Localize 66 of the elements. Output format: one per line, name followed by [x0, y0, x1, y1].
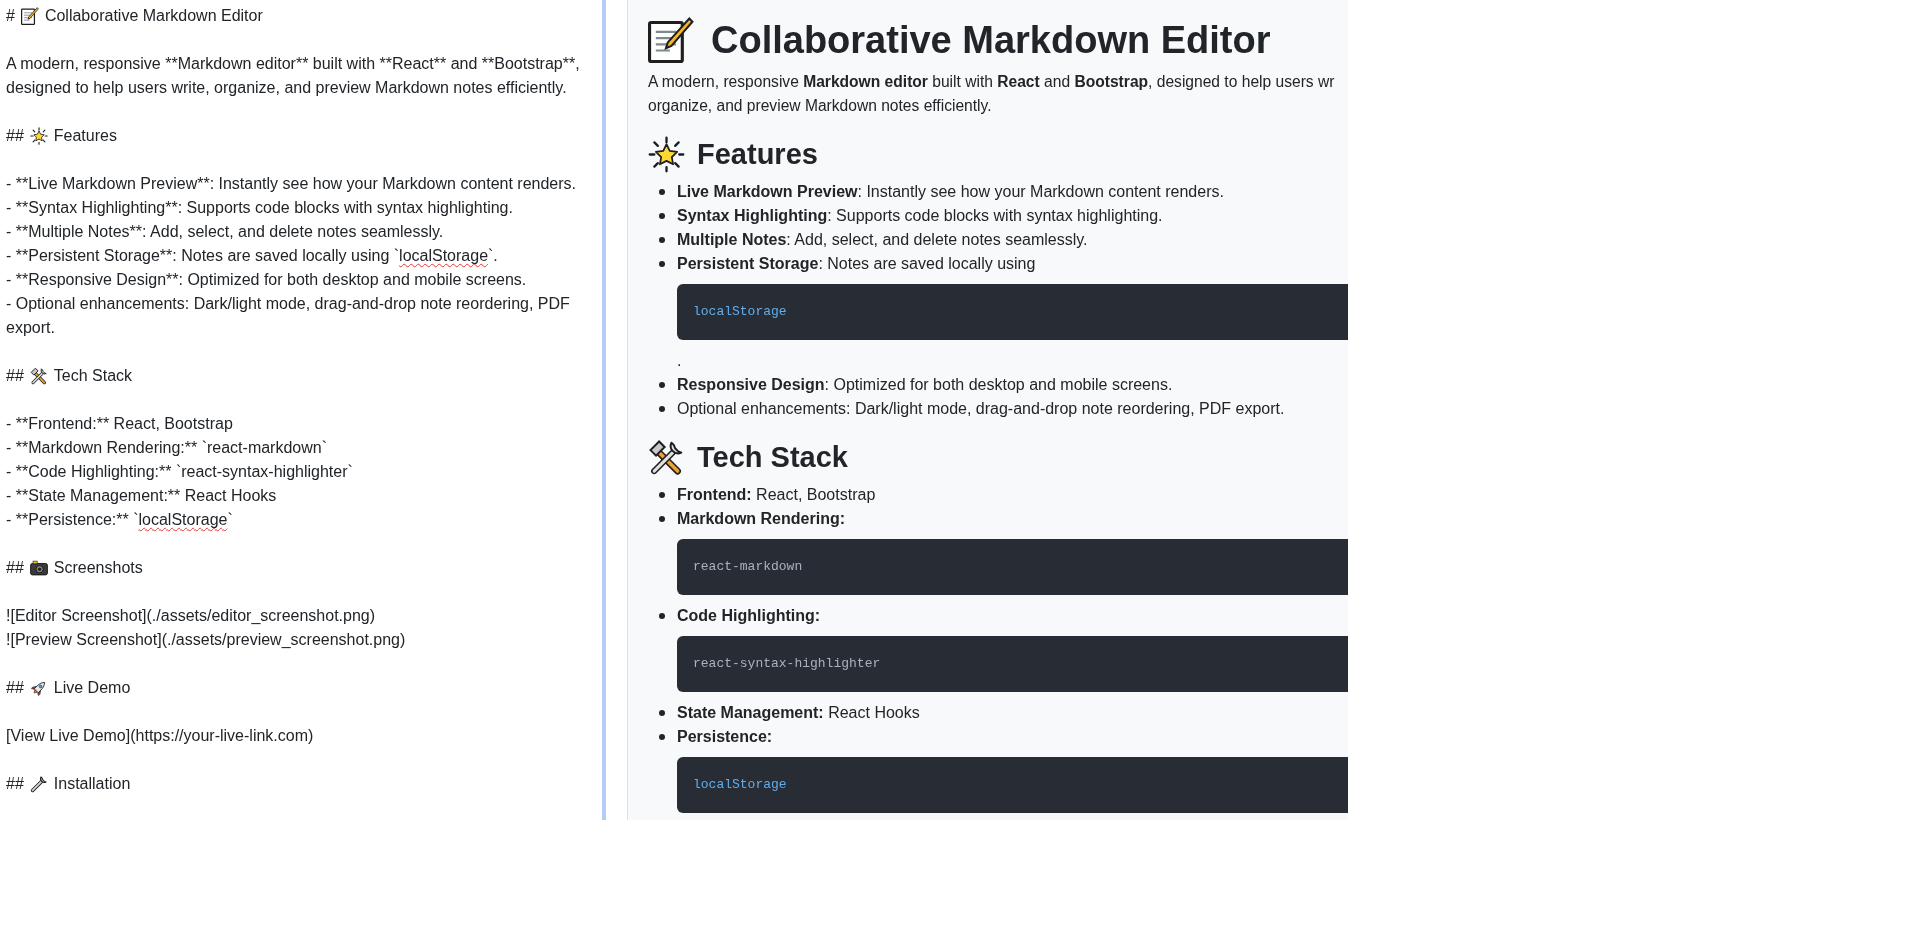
list-item-label: Code Highlighting: — [677, 606, 821, 626]
markdown-line: - **Live Markdown Preview**: Instantly see how your Markdown content renders. — [6, 174, 577, 194]
memo-icon — [20, 7, 39, 25]
heading-text: Screenshots — [53, 558, 143, 578]
markdown-line: - **Syntax Highlighting**: Supports code blocks with syntax highlighting. — [6, 198, 513, 218]
heading-marker: ## — [6, 774, 24, 794]
markdown-line: ![Preview Screenshot](./assets/preview_screenshot.png) — [6, 630, 406, 650]
heading-marker: # — [6, 6, 15, 26]
heading-marker: ## — [6, 558, 24, 578]
code-text: localStorage — [693, 776, 787, 794]
markdown-line: ![Editor Screenshot](./assets/editor_screenshot.png) — [6, 606, 376, 626]
heading-marker: ## — [6, 678, 24, 698]
intro-paragraph: A modern, responsive Markdown editor built with React and Bootstrap, designed to help users wr organize, and preview Markdown notes efficiently. — [648, 72, 1335, 116]
list-item-text: State Management: React Hooks — [677, 703, 920, 723]
list-item-text: Syntax Highlighting: Supports code blocks with syntax highlighting. — [677, 206, 1163, 226]
list-item-text: Optional enhancements: Dark/light mode, drag-and-drop note reordering, PDF export. — [677, 399, 1285, 419]
star-icon — [648, 135, 685, 173]
bullet-icon — [659, 237, 665, 243]
bullet-icon — [659, 213, 665, 219]
list-item-text: Persistent Storage: Notes are saved locally using — [677, 254, 1036, 274]
section-heading: Features — [697, 142, 818, 166]
heading-marker: ## — [6, 126, 24, 146]
section-heading: Tech Stack — [697, 445, 848, 469]
bullet-icon — [659, 406, 665, 412]
list-item-text: Frontend: React, Bootstrap — [677, 485, 876, 505]
list-item-text: . — [677, 351, 682, 371]
markdown-line: A modern, responsive **Markdown editor** built with **React** and **Bootstrap**, designed to help users write, organize, and preview Markdown notes efficiently. — [6, 54, 581, 98]
rocket-icon — [29, 679, 48, 697]
code-text: react-syntax-highlighter — [693, 655, 881, 673]
markdown-line: - **Frontend:** React, Bootstrap — [6, 414, 233, 434]
code-text: react-markdown — [693, 558, 803, 576]
bullet-icon — [659, 492, 665, 498]
bullet-icon — [659, 261, 665, 267]
wrench-icon — [29, 775, 48, 793]
list-item-label: Persistence: — [677, 727, 773, 747]
markdown-line: - Optional enhancements: Dark/light mode, drag-and-drop note reordering, PDF export. — [6, 294, 571, 338]
markdown-line: - **Multiple Notes**: Add, select, and delete notes seamlessly. — [6, 222, 444, 242]
bullet-icon — [659, 189, 665, 195]
list-item-label: Markdown Rendering: — [677, 509, 845, 529]
star-icon — [29, 127, 48, 145]
bullet-icon — [659, 382, 665, 388]
list-item-text: Live Markdown Preview: Instantly see how your Markdown content renders. — [677, 182, 1224, 202]
heading-marker: ## — [6, 366, 24, 386]
markdown-line: - **Markdown Rendering:** `react-markdown` — [6, 438, 327, 458]
code-text: localStorage — [693, 303, 787, 321]
bullet-icon — [659, 734, 665, 740]
memo-icon — [648, 17, 694, 63]
list-item-text: Multiple Notes: Add, select, and delete notes seamlessly. — [677, 230, 1088, 250]
markdown-line: - **Responsive Design**: Optimized for both desktop and mobile screens. — [6, 270, 527, 290]
markdown-line: - **Persistence:** `localStorage` — [6, 510, 233, 530]
bullet-icon — [659, 516, 665, 522]
camera-icon — [29, 559, 48, 577]
markdown-line: - **Code Highlighting:** `react-syntax-highlighter` — [6, 462, 353, 482]
list-item-text: Responsive Design: Optimized for both desktop and mobile screens. — [677, 375, 1173, 395]
markdown-line: - **Persistent Storage**: Notes are saved locally using `localStorage`. — [6, 246, 498, 266]
bullet-icon — [659, 710, 665, 716]
heading-text: Tech Stack — [53, 366, 133, 386]
markdown-line: - **State Management:** React Hooks — [6, 486, 277, 506]
heading-text: Live Demo — [53, 678, 131, 698]
heading-text: Collaborative Markdown Editor — [44, 6, 263, 26]
hammer-and-wrench-icon — [29, 367, 48, 385]
heading-text: Features — [53, 126, 117, 146]
heading-text: Installation — [53, 774, 131, 794]
bullet-icon — [659, 613, 665, 619]
hammer-and-wrench-icon — [648, 438, 685, 476]
markdown-line: [View Live Demo](https://your-live-link.com) — [6, 726, 314, 746]
